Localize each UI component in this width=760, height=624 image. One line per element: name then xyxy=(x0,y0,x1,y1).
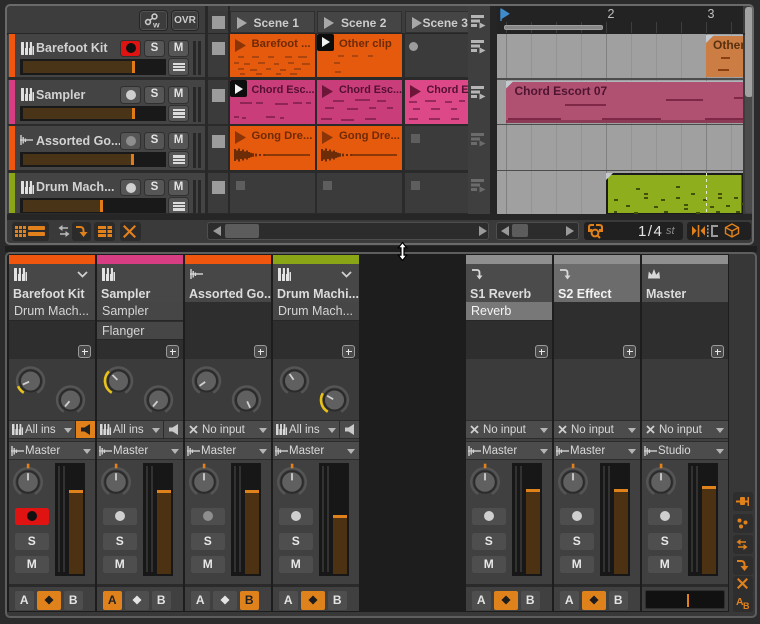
svg-text:B: B xyxy=(743,601,750,611)
svg-text:w: w xyxy=(152,20,160,30)
